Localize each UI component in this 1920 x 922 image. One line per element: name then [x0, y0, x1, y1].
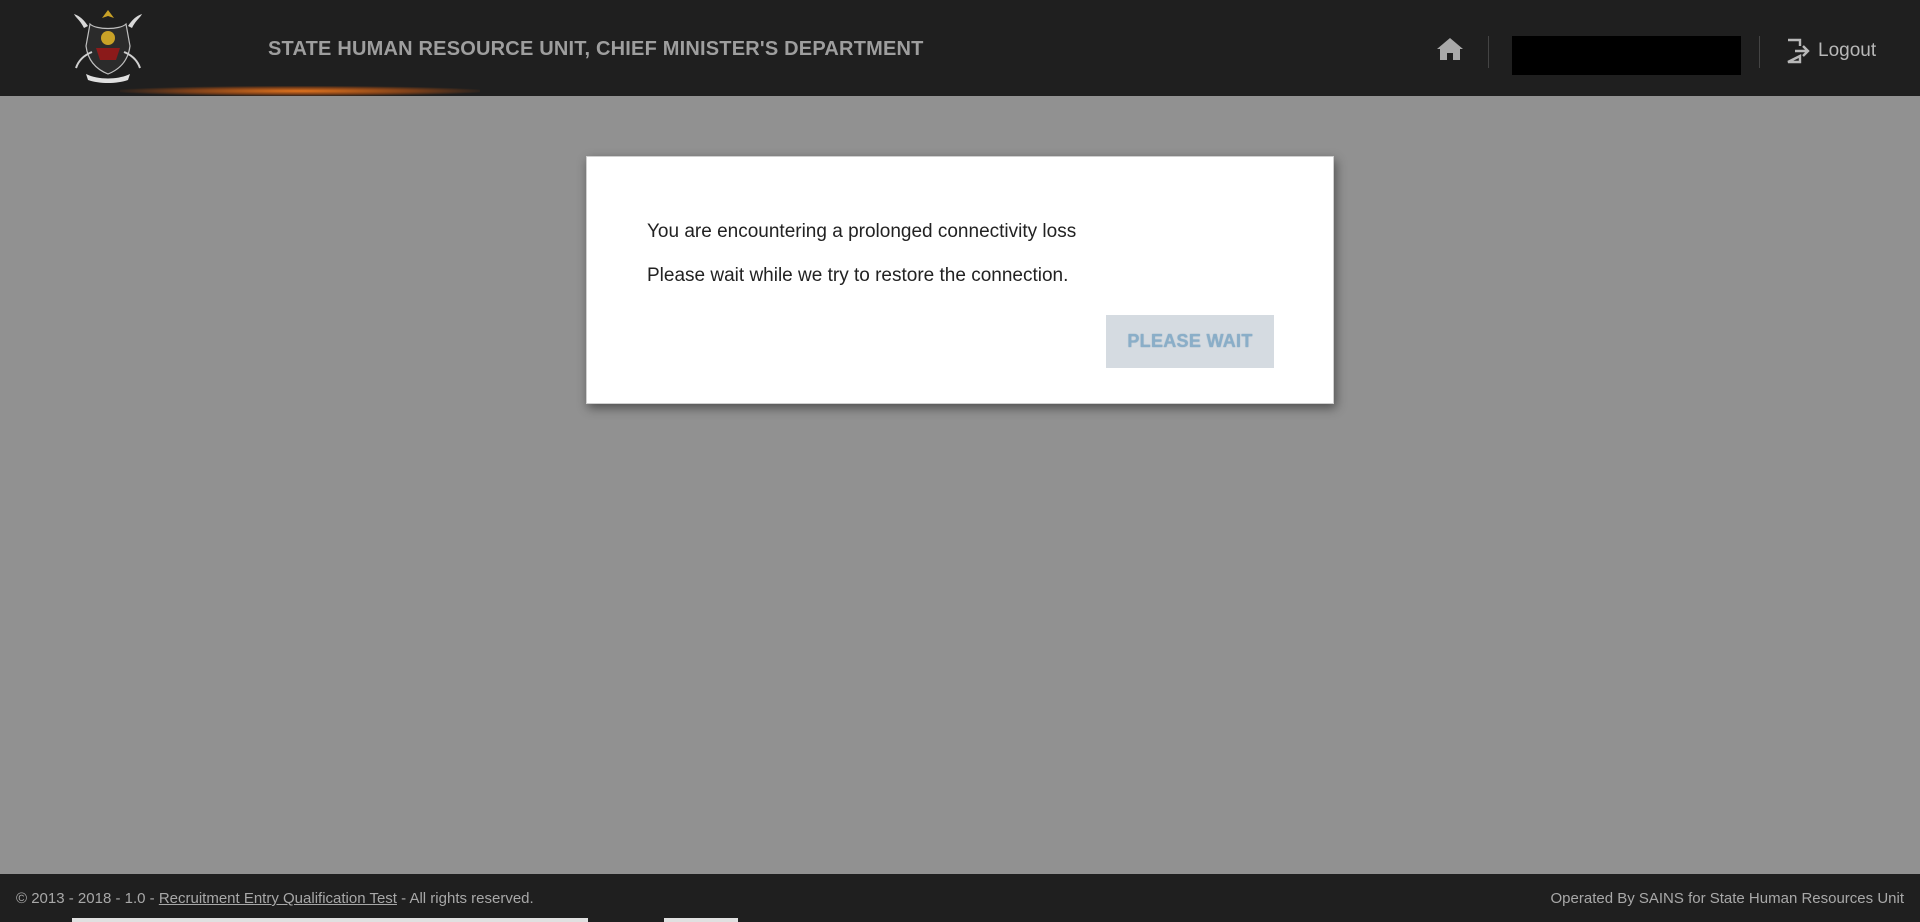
header-divider [1759, 36, 1760, 68]
footer-app-link[interactable]: Recruitment Entry Qualification Test [159, 890, 397, 907]
app-footer: © 2013 - 2018 - 1.0 - Recruitment Entry … [0, 874, 1920, 922]
taskbar-strip [72, 918, 588, 922]
please-wait-button[interactable]: PLEASE WAIT [1106, 315, 1274, 368]
modal-backdrop: You are encountering a prolonged connect… [0, 96, 1920, 874]
dialog-message-line1: You are encountering a prolonged connect… [647, 221, 1077, 242]
app-header: STATE HUMAN RESOURCE UNIT, CHIEF MINISTE… [0, 0, 1920, 96]
taskbar-strip [664, 918, 738, 922]
header-divider [1488, 36, 1489, 68]
user-name-box[interactable] [1512, 36, 1741, 75]
state-crest-logo[interactable] [70, 6, 146, 86]
logout-label: Logout [1818, 40, 1877, 61]
site-title: STATE HUMAN RESOURCE UNIT, CHIEF MINISTE… [268, 38, 924, 60]
logout-icon [1787, 38, 1810, 64]
footer-copyright: © 2013 - 2018 - 1.0 - Recruitment Entry … [16, 890, 534, 907]
home-icon[interactable] [1436, 36, 1464, 62]
footer-operated-by: Operated By SAINS for State Human Resour… [1550, 890, 1905, 907]
copyright-text: © 2013 - 2018 - 1.0 - [16, 890, 159, 907]
connectivity-loss-dialog: You are encountering a prolonged connect… [586, 156, 1334, 404]
header-accent-glow [120, 86, 480, 96]
logout-button[interactable]: Logout [1786, 36, 1876, 66]
dialog-message-line2: Please wait while we try to restore the … [647, 265, 1069, 286]
rights-text: - All rights reserved. [396, 890, 534, 907]
